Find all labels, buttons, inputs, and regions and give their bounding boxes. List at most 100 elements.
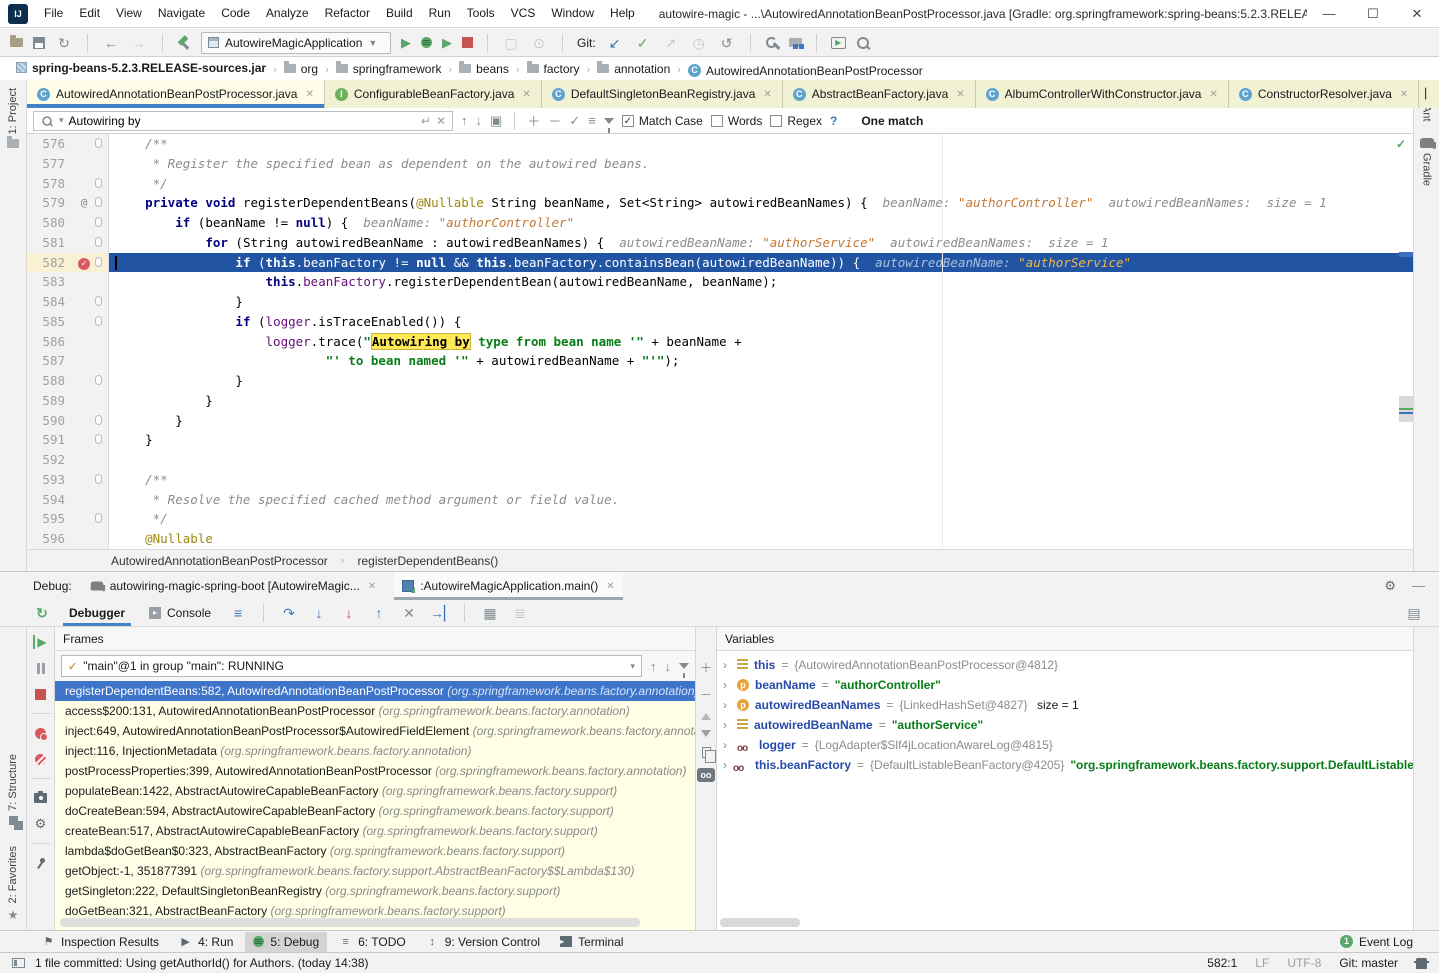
open-icon[interactable] <box>10 38 23 47</box>
toolwindow-debug[interactable]: 5: Debug <box>245 932 327 952</box>
debug-session-tab-main[interactable]: :AutowireMagicApplication.main() ✕ <box>394 572 622 600</box>
debug-session-tab-gradle[interactable]: autowiring-magic-spring-boot [AutowireMa… <box>82 572 385 600</box>
line-number[interactable]: 592 <box>27 450 73 470</box>
git-update-icon[interactable]: ↙ <box>606 34 624 52</box>
show-watches-icon[interactable]: oo <box>697 768 715 782</box>
toolwindow-version-control[interactable]: ↕ 9: Version Control <box>418 932 548 952</box>
variable-row[interactable]: ›this = {AutowiredAnnotationBeanPostProc… <box>717 655 1413 675</box>
forward-icon[interactable]: → <box>130 34 148 52</box>
match-case-checkbox[interactable]: ✓ Match Case <box>622 114 703 128</box>
code-line[interactable]: 580 if (beanName != null) { beanName: "a… <box>27 213 1413 233</box>
run-configuration-select[interactable]: AutowireMagicApplication ▼ <box>201 32 391 54</box>
editor-tab[interactable]: AutowiredAnnotationBeanPostProcessor.jav… <box>27 80 325 108</box>
menu-file[interactable]: File <box>36 0 71 27</box>
build-icon[interactable] <box>177 36 191 50</box>
status-message[interactable]: 1 file committed: Using getAuthorId() fo… <box>35 956 369 970</box>
expand-chevron-icon[interactable]: › <box>723 695 731 715</box>
pause-icon[interactable] <box>37 663 45 674</box>
settings-wrench-icon[interactable] <box>765 36 779 50</box>
menu-run[interactable]: Run <box>421 0 459 27</box>
step-into-icon[interactable]: ↓ <box>310 605 328 621</box>
code-line[interactable]: 583 this.beanFactory.registerDependentBe… <box>27 272 1413 292</box>
line-number[interactable]: 591 <box>27 430 73 450</box>
variable-row[interactable]: ›logger = {LogAdapter$Slf4jLocationAware… <box>717 735 1413 755</box>
stop-button[interactable] <box>462 37 473 48</box>
breadcrumb-item[interactable]: spring-beans-5.2.3.RELEASE-sources.jar <box>14 61 268 75</box>
maximize-button[interactable]: ☐ <box>1351 0 1395 27</box>
line-number[interactable]: 585 <box>27 312 73 332</box>
select-occurrences-icon[interactable]: ✓ <box>569 113 580 129</box>
breadcrumb-item[interactable]: annotation <box>595 62 672 76</box>
line-number[interactable]: 586 <box>27 332 73 352</box>
stack-frame-row[interactable]: access$200:131, AutowiredAnnotationBeanP… <box>55 701 695 721</box>
execution-line-stripe-mark[interactable] <box>1399 252 1413 257</box>
editor-scrollbar-thumb[interactable] <box>1399 396 1413 422</box>
fold-marker-icon[interactable] <box>95 197 102 207</box>
stack-frame-row[interactable]: inject:649, AutowiredAnnotationBeanPostP… <box>55 721 695 741</box>
expand-chevron-icon[interactable]: › <box>723 655 731 675</box>
editor-tab[interactable]: DefaultSingletonBeanRegistry.java✕ <box>542 80 783 108</box>
stack-frame-row[interactable]: postProcessProperties:399, AutowiredAnno… <box>55 761 695 781</box>
code-line[interactable]: 587 "' to bean named '" + autowiredBeanN… <box>27 351 1413 371</box>
stack-frame-row[interactable]: lambda$doGetBean$0:323, AbstractBeanFact… <box>55 841 695 861</box>
fold-marker-icon[interactable] <box>95 257 102 267</box>
menu-build[interactable]: Build <box>378 0 421 27</box>
sidebar-item-project[interactable]: 1: Project <box>7 80 19 156</box>
project-structure-icon[interactable] <box>789 38 802 47</box>
filter-lines-icon[interactable]: ≡ <box>588 113 596 128</box>
menu-edit[interactable]: Edit <box>71 0 108 27</box>
code-line[interactable]: 593 /** <box>27 470 1413 490</box>
save-icon[interactable] <box>33 37 45 49</box>
fold-marker-icon[interactable] <box>95 474 102 484</box>
caret-position[interactable]: 582:1 <box>1207 956 1237 970</box>
line-number[interactable]: 578 <box>27 174 73 194</box>
stack-frame-row[interactable]: registerDependentBeans:582, AutowiredAnn… <box>55 681 695 701</box>
code-line[interactable]: 592 <box>27 450 1413 470</box>
breadcrumb-item[interactable]: org <box>282 62 320 76</box>
close-icon[interactable]: ✕ <box>763 89 771 100</box>
code-line[interactable]: 584 } <box>27 292 1413 312</box>
stop-icon[interactable] <box>35 689 46 700</box>
expand-chevron-icon[interactable]: › <box>723 735 731 755</box>
line-number[interactable]: 583 <box>27 272 73 292</box>
gear-icon[interactable]: ⚙ <box>1384 578 1396 594</box>
line-number[interactable]: 588 <box>27 371 73 391</box>
search-options-chevron-icon[interactable]: ▾ <box>59 115 64 126</box>
fold-marker-icon[interactable] <box>95 434 102 444</box>
run-with-coverage-button[interactable]: ▶ <box>442 35 452 51</box>
expand-chevron-icon[interactable]: › <box>723 675 731 695</box>
line-number[interactable]: 577 <box>27 154 73 174</box>
frame-down-icon[interactable]: ↓ <box>665 659 672 674</box>
stack-frame-row[interactable]: createBean:517, AbstractAutowireCapableB… <box>55 821 695 841</box>
fold-marker-icon[interactable] <box>95 375 102 385</box>
toolwindow-terminal[interactable]: ▸ Terminal <box>552 932 631 952</box>
line-number[interactable]: 590 <box>27 411 73 431</box>
words-checkbox[interactable]: Words <box>711 114 762 128</box>
code-line[interactable]: 579@ private void registerDependentBeans… <box>27 193 1413 213</box>
stack-frame-row[interactable]: getSingleton:222, DefaultSingletonBeanRe… <box>55 881 695 901</box>
run-to-cursor-icon[interactable]: →▏ <box>430 605 448 622</box>
file-encoding[interactable]: UTF-8 <box>1287 956 1321 970</box>
fold-marker-icon[interactable] <box>95 217 102 227</box>
view-breakpoints-icon[interactable] <box>35 728 46 739</box>
git-commit-icon[interactable]: ✓ <box>634 34 652 52</box>
code-line[interactable]: 591 } <box>27 430 1413 450</box>
menu-window[interactable]: Window <box>543 0 602 27</box>
menu-navigate[interactable]: Navigate <box>150 0 213 27</box>
code-line[interactable]: 582 if (this.beanFactory != null && this… <box>27 253 1413 273</box>
expand-chevron-icon[interactable]: › <box>723 715 731 735</box>
line-number[interactable]: 587 <box>27 351 73 371</box>
line-number[interactable]: 589 <box>27 391 73 411</box>
fold-marker-icon[interactable] <box>95 513 102 523</box>
toolwindow-run[interactable]: ▶ 4: Run <box>171 932 241 952</box>
line-number[interactable]: 596 <box>27 529 73 549</box>
close-icon[interactable]: ✕ <box>368 581 376 592</box>
line-number[interactable]: 579 <box>27 193 73 213</box>
frames-scrollbar[interactable] <box>60 918 640 927</box>
stack-frame-row[interactable]: populateBean:1422, AbstractAutowireCapab… <box>55 781 695 801</box>
code-line[interactable]: 577 * Register the specified bean as dep… <box>27 154 1413 174</box>
sidebar-item-gradle[interactable]: Gradle <box>1420 130 1434 194</box>
stack-frame-row[interactable]: getObject:-1, 351877391 (org.springframe… <box>55 861 695 881</box>
menu-vcs[interactable]: VCS <box>503 0 544 27</box>
tab-console[interactable]: ▸ Console <box>143 600 217 626</box>
